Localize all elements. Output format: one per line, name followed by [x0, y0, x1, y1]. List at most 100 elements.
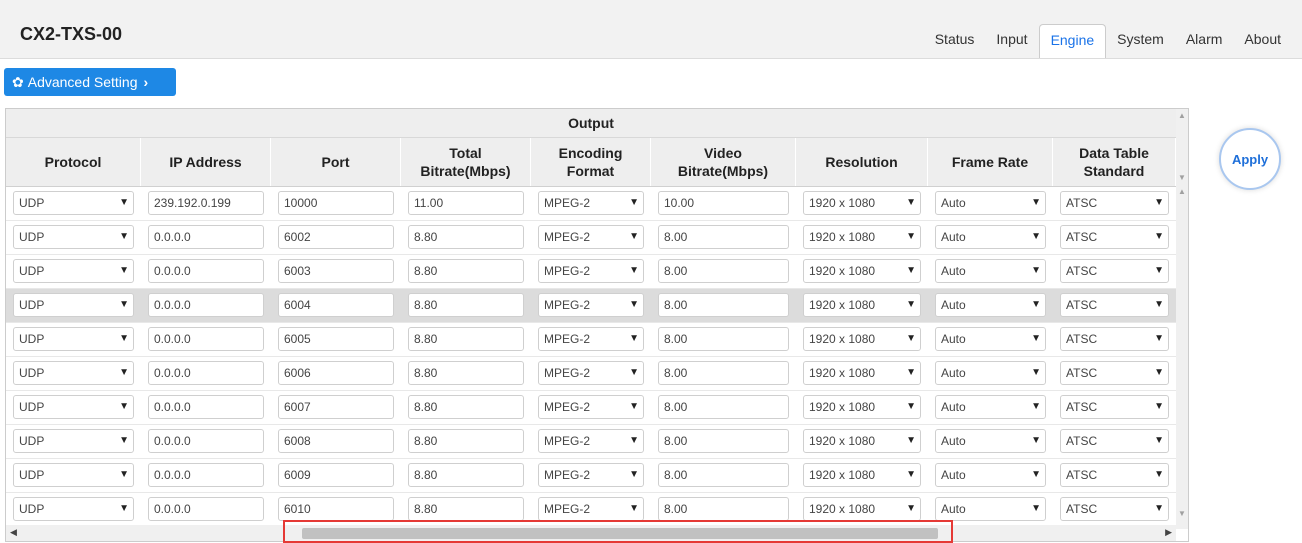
standard-select[interactable]: ATSC ▼: [1060, 463, 1169, 487]
tab-input[interactable]: Input: [985, 24, 1038, 58]
scroll-up-icon[interactable]: ▲: [1178, 187, 1186, 196]
chevron-down-icon[interactable]: ▼: [119, 464, 129, 486]
encoding-select[interactable]: MPEG-2 ▼: [538, 497, 644, 521]
chevron-down-icon[interactable]: ▼: [119, 192, 129, 214]
chevron-down-icon[interactable]: ▼: [629, 226, 639, 248]
total-bitrate-input[interactable]: [408, 463, 524, 487]
chevron-down-icon[interactable]: ▼: [1031, 362, 1041, 384]
protocol-select[interactable]: UDP ▼: [13, 225, 134, 249]
apply-button[interactable]: Apply: [1219, 128, 1281, 190]
port-input[interactable]: [278, 497, 394, 521]
total-bitrate-input[interactable]: [408, 327, 524, 351]
port-input[interactable]: [278, 395, 394, 419]
resolution-select[interactable]: 1920 x 1080 ▼: [803, 259, 921, 283]
scroll-left-icon[interactable]: ◀: [10, 527, 17, 538]
chevron-down-icon[interactable]: ▼: [1154, 430, 1164, 452]
tab-engine[interactable]: Engine: [1038, 24, 1107, 58]
ip-input[interactable]: [148, 463, 264, 487]
chevron-down-icon[interactable]: ▼: [629, 294, 639, 316]
chevron-down-icon[interactable]: ▼: [1154, 396, 1164, 418]
total-bitrate-input[interactable]: [408, 395, 524, 419]
advanced-setting-button[interactable]: ✿ Advanced Setting ›: [4, 68, 176, 96]
video-bitrate-input[interactable]: [658, 327, 789, 351]
chevron-down-icon[interactable]: ▼: [906, 226, 916, 248]
chevron-down-icon[interactable]: ▼: [119, 362, 129, 384]
video-bitrate-input[interactable]: [658, 497, 789, 521]
ip-input[interactable]: [148, 225, 264, 249]
frame-rate-select[interactable]: Auto ▼: [935, 361, 1046, 385]
chevron-down-icon[interactable]: ▼: [629, 362, 639, 384]
chevron-down-icon[interactable]: ▼: [906, 464, 916, 486]
frame-rate-select[interactable]: Auto ▼: [935, 259, 1046, 283]
total-bitrate-input[interactable]: [408, 361, 524, 385]
standard-select[interactable]: ATSC ▼: [1060, 327, 1169, 351]
ip-input[interactable]: [148, 429, 264, 453]
port-input[interactable]: [278, 259, 394, 283]
chevron-down-icon[interactable]: ▼: [119, 396, 129, 418]
frame-rate-select[interactable]: Auto ▼: [935, 395, 1046, 419]
resolution-select[interactable]: 1920 x 1080 ▼: [803, 327, 921, 351]
frame-rate-select[interactable]: Auto ▼: [935, 191, 1046, 215]
standard-select[interactable]: ATSC ▼: [1060, 259, 1169, 283]
chevron-down-icon[interactable]: ▼: [1031, 498, 1041, 520]
scroll-down-icon[interactable]: ▼: [1178, 509, 1186, 518]
ip-input[interactable]: [148, 361, 264, 385]
port-input[interactable]: [278, 429, 394, 453]
scroll-down-icon[interactable]: ▼: [1178, 173, 1186, 182]
chevron-down-icon[interactable]: ▼: [1154, 464, 1164, 486]
chevron-down-icon[interactable]: ▼: [629, 430, 639, 452]
ip-input[interactable]: [148, 497, 264, 521]
protocol-select[interactable]: UDP ▼: [13, 463, 134, 487]
frame-rate-select[interactable]: Auto ▼: [935, 225, 1046, 249]
chevron-down-icon[interactable]: ▼: [1031, 192, 1041, 214]
chevron-down-icon[interactable]: ▼: [119, 226, 129, 248]
chevron-down-icon[interactable]: ▼: [1031, 260, 1041, 282]
protocol-select[interactable]: UDP ▼: [13, 361, 134, 385]
chevron-down-icon[interactable]: ▼: [119, 294, 129, 316]
encoding-select[interactable]: MPEG-2 ▼: [538, 225, 644, 249]
frame-rate-select[interactable]: Auto ▼: [935, 429, 1046, 453]
chevron-down-icon[interactable]: ▼: [1031, 226, 1041, 248]
chevron-down-icon[interactable]: ▼: [906, 192, 916, 214]
total-bitrate-input[interactable]: [408, 259, 524, 283]
chevron-down-icon[interactable]: ▼: [119, 498, 129, 520]
chevron-down-icon[interactable]: ▼: [1031, 464, 1041, 486]
video-bitrate-input[interactable]: [658, 293, 789, 317]
port-input[interactable]: [278, 361, 394, 385]
protocol-select[interactable]: UDP ▼: [13, 327, 134, 351]
video-bitrate-input[interactable]: [658, 395, 789, 419]
chevron-down-icon[interactable]: ▼: [1031, 396, 1041, 418]
chevron-down-icon[interactable]: ▼: [1031, 294, 1041, 316]
chevron-down-icon[interactable]: ▼: [906, 430, 916, 452]
port-input[interactable]: [278, 225, 394, 249]
video-bitrate-input[interactable]: [658, 361, 789, 385]
resolution-select[interactable]: 1920 x 1080 ▼: [803, 497, 921, 521]
chevron-down-icon[interactable]: ▼: [119, 430, 129, 452]
resolution-select[interactable]: 1920 x 1080 ▼: [803, 463, 921, 487]
ip-input[interactable]: [148, 293, 264, 317]
chevron-down-icon[interactable]: ▼: [1154, 362, 1164, 384]
ip-input[interactable]: [148, 327, 264, 351]
standard-select[interactable]: ATSC ▼: [1060, 293, 1169, 317]
port-input[interactable]: [278, 191, 394, 215]
chevron-down-icon[interactable]: ▼: [119, 328, 129, 350]
frame-rate-select[interactable]: Auto ▼: [935, 497, 1046, 521]
scroll-right-icon[interactable]: ▶: [1165, 527, 1172, 538]
encoding-select[interactable]: MPEG-2 ▼: [538, 429, 644, 453]
chevron-down-icon[interactable]: ▼: [1154, 192, 1164, 214]
tab-about[interactable]: About: [1233, 24, 1292, 58]
chevron-down-icon[interactable]: ▼: [629, 498, 639, 520]
ip-input[interactable]: [148, 191, 264, 215]
frame-rate-select[interactable]: Auto ▼: [935, 463, 1046, 487]
vertical-scrollbar[interactable]: ▲ ▼ ▲ ▼: [1176, 109, 1188, 529]
chevron-down-icon[interactable]: ▼: [906, 498, 916, 520]
tab-alarm[interactable]: Alarm: [1175, 24, 1234, 58]
resolution-select[interactable]: 1920 x 1080 ▼: [803, 395, 921, 419]
protocol-select[interactable]: UDP ▼: [13, 259, 134, 283]
chevron-down-icon[interactable]: ▼: [629, 396, 639, 418]
chevron-down-icon[interactable]: ▼: [1154, 498, 1164, 520]
protocol-select[interactable]: UDP ▼: [13, 395, 134, 419]
standard-select[interactable]: ATSC ▼: [1060, 429, 1169, 453]
chevron-down-icon[interactable]: ▼: [629, 260, 639, 282]
chevron-down-icon[interactable]: ▼: [1031, 430, 1041, 452]
